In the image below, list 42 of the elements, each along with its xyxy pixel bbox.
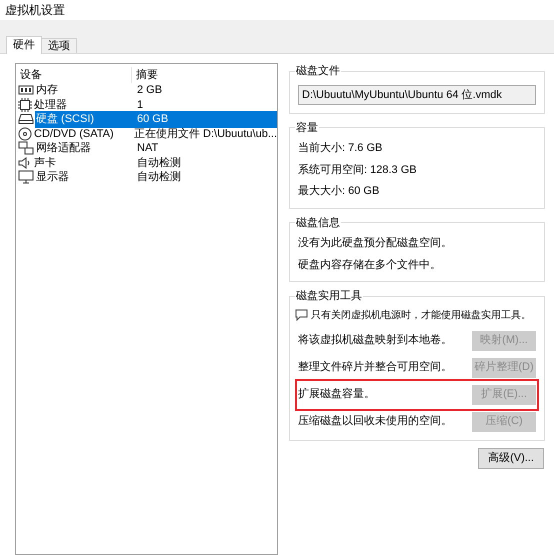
device-name: CD/DVD (SATA) [33, 126, 114, 142]
device-summary: 自动检测 [136, 170, 181, 185]
device-row[interactable]: 硬盘 (SCSI) 60 GB [16, 112, 277, 126]
info-line: 硬盘内容存储在多个文件中。 [298, 258, 442, 272]
device-summary: 60 GB [136, 111, 277, 128]
tab[interactable]: 选项 [42, 38, 77, 53]
note-text: 只有关闭虚拟机电源时，才能使用磁盘实用工具。 [311, 308, 531, 322]
group-title: 磁盘实用工具 [295, 288, 363, 304]
device-row[interactable]: 显示器 自动检测 [16, 170, 277, 184]
group-title: 磁盘文件 [295, 64, 341, 79]
device-name: 硬盘 (SCSI) [35, 111, 136, 128]
device-name: 网络适配器 [35, 141, 91, 156]
device-summary: 自动检测 [136, 156, 181, 170]
device-summary: 正在使用文件 D:\Ubuutu\ub... [132, 126, 277, 142]
action-description: 整理文件碎片并整合可用空间。 [298, 360, 452, 376]
device-name: 内存 [35, 83, 58, 98]
device-name: 处理器 [33, 98, 67, 112]
info-line: 没有为此硬盘预分配磁盘空间。 [298, 236, 453, 251]
device-row[interactable]: 内存 2 GB [16, 83, 277, 98]
device-summary: 1 [136, 98, 144, 112]
column-header[interactable]: 摘要 [132, 66, 158, 84]
disk-file-field[interactable]: D:\Ubuutu\MyUbuntu\Ubuntu 64 位.vmdk [298, 84, 536, 104]
action-description: 扩展磁盘容量。 [298, 386, 375, 402]
device-name: 显示器 [35, 170, 69, 185]
column-header[interactable]: 设备 [16, 66, 132, 84]
advanced-button[interactable]: 高级(V)... [478, 448, 544, 468]
group-title: 磁盘信息 [295, 216, 341, 230]
device-summary: NAT [136, 141, 158, 156]
tab[interactable]: 硬件 [6, 36, 42, 54]
action-description: 压缩磁盘以回收未使用的空间。 [298, 414, 452, 430]
device-row[interactable]: CD/DVD (SATA) 正在使用文件 D:\Ubuutu\ub... [16, 126, 277, 141]
capacity-line: 最大大小: 60 GB [298, 184, 380, 199]
capacity-line: 当前大小: 7.6 GB [298, 141, 384, 156]
device-name: 声卡 [33, 156, 56, 170]
capacity-line: 系统可用空间: 128.3 GB [298, 162, 418, 178]
window-title: 虚拟机设置 [0, 0, 554, 20]
device-row[interactable]: 网络适配器 NAT [16, 141, 277, 156]
device-row[interactable]: 声卡 自动检测 [16, 156, 277, 170]
device-row[interactable]: 处理器 1 [16, 98, 277, 112]
group-title: 容量 [295, 120, 319, 136]
device-summary: 2 GB [136, 83, 162, 98]
action-description: 将该虚拟机磁盘映射到本地卷。 [298, 332, 452, 348]
